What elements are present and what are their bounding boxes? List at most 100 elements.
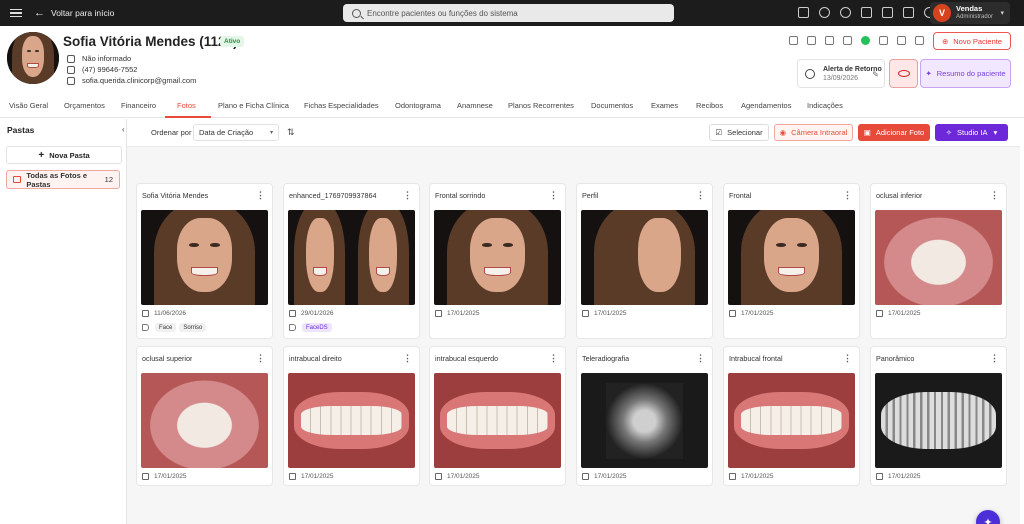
user-avatar: V [933, 4, 951, 22]
tab-documentos[interactable]: Documentos [591, 101, 633, 110]
tab-financeiro[interactable]: Financeiro [121, 101, 156, 110]
more-vertical-icon[interactable]: ⋮ [990, 353, 999, 364]
photo-card[interactable]: oclusal superior ⋮ 17/01/2025 [136, 346, 273, 486]
date-text: 17/01/2025 [888, 473, 921, 480]
photo-thumbnail[interactable] [875, 210, 1002, 305]
more-vertical-icon[interactable]: ⋮ [549, 190, 558, 201]
photo-thumbnail[interactable] [141, 373, 268, 468]
patient-summary-button[interactable]: ✦ Resumo do paciente [920, 59, 1011, 88]
mail-icon [67, 76, 75, 85]
patient-name: Sofia Vitória Mendes (1120) [63, 34, 238, 49]
more-vertical-icon[interactable]: ⋮ [696, 190, 705, 201]
order-label: Ordenar por [151, 128, 192, 137]
calendar-icon[interactable] [903, 7, 914, 18]
intraoral-camera-button[interactable]: ◉ Câmera Intraoral [774, 124, 853, 141]
photo-title: Frontal [729, 191, 752, 200]
tab-exames[interactable]: Exames [651, 101, 678, 110]
top-icons [798, 7, 935, 18]
folder-count: 12 [104, 175, 113, 184]
tab-agendamentos[interactable]: Agendamentos [741, 101, 791, 110]
tab-orcamentos[interactable]: Orçamentos [64, 101, 105, 110]
photo-card[interactable]: intrabucal direito ⋮ 17/01/2025 [283, 346, 420, 486]
tab-indicacoes[interactable]: Indicações [807, 101, 843, 110]
photo-thumbnail[interactable] [728, 373, 855, 468]
more-vertical-icon[interactable]: ⋮ [549, 353, 558, 364]
active-tab-indicator [165, 116, 211, 118]
photo-card[interactable]: intrabucal esquerdo ⋮ 17/01/2025 [429, 346, 566, 486]
image-icon: ▣ [863, 128, 871, 137]
photo-thumbnail[interactable] [434, 373, 561, 468]
folder-all-photos[interactable]: Todas as Fotos e Pastas 12 [6, 170, 120, 189]
whatsapp-icon[interactable] [861, 36, 870, 45]
new-folder-button[interactable]: + Nova Pasta [6, 146, 122, 164]
message-icon[interactable] [882, 7, 893, 18]
alarm-icon [805, 68, 815, 79]
link-icon[interactable] [915, 36, 924, 45]
tab-plano[interactable]: Plano e Ficha Clínica [218, 101, 289, 110]
tab-anamnese[interactable]: Anamnese [457, 101, 493, 110]
view-button[interactable] [889, 59, 918, 88]
tab-visao-geral[interactable]: Visão Geral [9, 101, 48, 110]
photo-card[interactable]: Intrabucal frontal ⋮ 17/01/2025 [723, 346, 860, 486]
user-menu[interactable]: V Vendas Administrador ▾ [930, 2, 1010, 24]
folders-sidebar: Pastas ‹ + Nova Pasta Todas as Fotos e Pa… [0, 119, 127, 524]
photo-thumbnail[interactable] [141, 210, 268, 305]
search-input[interactable]: Encontre pacientes ou funções do sistema [343, 4, 674, 22]
more-vertical-icon[interactable]: ⋮ [843, 353, 852, 364]
more-vertical-icon[interactable]: ⋮ [843, 190, 852, 201]
print-icon[interactable] [825, 36, 834, 45]
photo-thumbnail[interactable] [288, 373, 415, 468]
chevron-left-icon[interactable]: ‹ [122, 125, 125, 134]
more-vertical-icon[interactable]: ⋮ [990, 190, 999, 201]
sparkle-icon: ✦ [925, 69, 932, 78]
photo-card[interactable]: oclusal inferior ⋮ 17/01/2025 [870, 183, 1007, 339]
sparkle-icon[interactable] [819, 7, 830, 18]
new-patient-label: Novo Paciente [953, 36, 1003, 46]
photo-thumbnail[interactable] [875, 373, 1002, 468]
block-icon[interactable] [807, 36, 816, 45]
globe-icon[interactable] [879, 36, 888, 45]
photo-thumbnail[interactable] [581, 373, 708, 468]
more-vertical-icon[interactable]: ⋮ [403, 190, 412, 201]
order-select[interactable]: Data de Criação ▾ [193, 124, 279, 141]
photo-card[interactable]: Panorâmico ⋮ 17/01/2025 [870, 346, 1007, 486]
photo-card[interactable]: Teleradiografia ⋮ 17/01/2025 [576, 346, 713, 486]
photo-card[interactable]: Sofia Vitória Mendes ⋮ 11/06/2026 Face Sorri… [136, 183, 273, 339]
menu-icon[interactable] [10, 8, 22, 18]
photo-thumbnail[interactable] [288, 210, 415, 305]
gear-icon[interactable] [897, 36, 906, 45]
mobile-icon[interactable] [843, 36, 852, 45]
tab-odontograma[interactable]: Odontograma [395, 101, 441, 110]
sort-icon[interactable]: ⇅ [287, 127, 295, 138]
return-alert[interactable]: Alerta de Retorno 13/09/2026 ✎ [797, 59, 885, 88]
back-link[interactable]: ← Voltar para início [34, 7, 114, 19]
photo-card[interactable]: Perfil ⋮ 17/01/2025 [576, 183, 713, 339]
photo-thumbnail[interactable] [434, 210, 561, 305]
pencil-icon[interactable]: ✎ [872, 70, 879, 79]
more-vertical-icon[interactable]: ⋮ [256, 353, 265, 364]
select-button[interactable]: ☑ Selecionar [709, 124, 769, 141]
add-photo-button[interactable]: ▣ Adicionar Foto [858, 124, 930, 141]
headset-icon[interactable] [840, 7, 851, 18]
calendar-icon [876, 473, 883, 480]
studio-ia-button[interactable]: ✧ Studio IA ▾ [935, 124, 1008, 141]
chat-icon[interactable] [861, 7, 872, 18]
trash-icon[interactable] [789, 36, 798, 45]
photo-thumbnail[interactable] [581, 210, 708, 305]
tab-fotos[interactable]: Fotos [177, 101, 196, 110]
photo-tags: Face Sorriso [142, 323, 207, 332]
more-vertical-icon[interactable]: ⋮ [696, 353, 705, 364]
video-icon[interactable] [798, 7, 809, 18]
tab-planos[interactable]: Planos Recorrentes [508, 101, 574, 110]
photo-card[interactable]: Frontal ⋮ 17/01/2025 [723, 183, 860, 339]
photo-card[interactable]: enhanced_1769709937864 ⋮ 29/01/2026 FaceDS [283, 183, 420, 339]
photo-thumbnail[interactable] [728, 210, 855, 305]
tag-icon [142, 324, 149, 331]
more-vertical-icon[interactable]: ⋮ [403, 353, 412, 364]
tab-fichas[interactable]: Fichas Especialidades [304, 101, 379, 110]
camera-label: Câmera Intraoral [791, 128, 848, 137]
more-vertical-icon[interactable]: ⋮ [256, 190, 265, 201]
new-patient-button[interactable]: ⊕ Novo Paciente [933, 32, 1011, 50]
tab-recibos[interactable]: Recibos [696, 101, 723, 110]
photo-card[interactable]: Frontal sorrindo ⋮ 17/01/2025 [429, 183, 566, 339]
